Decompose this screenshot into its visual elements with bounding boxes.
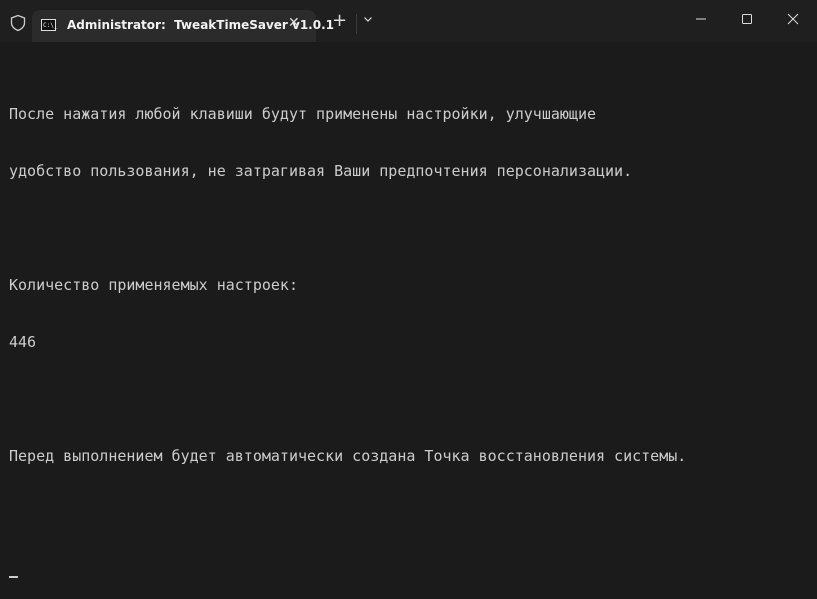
title-bar: C:\_ Administrator: TweakTimeSaver v1.0.…: [0, 0, 817, 42]
close-tab-button[interactable]: ✕: [288, 15, 300, 31]
close-button[interactable]: [770, 8, 816, 34]
terminal-icon: C:\_: [41, 19, 57, 31]
divider: [356, 14, 357, 34]
cursor-line: [9, 561, 817, 580]
tab-terminal[interactable]: C:\_ Administrator: TweakTimeSaver v1.0.…: [32, 10, 334, 42]
terminal-line: Перед выполнением будет автоматически со…: [9, 447, 687, 465]
scrollbar[interactable]: [811, 42, 817, 533]
terminal-line: 446: [9, 333, 37, 351]
terminal-line: Количество применяемых настроек:: [9, 276, 298, 294]
terminal-line: После нажатия любой клавиши будут примен…: [9, 105, 596, 123]
minimize-button[interactable]: [678, 8, 724, 34]
chevron-down-icon[interactable]: [363, 14, 373, 27]
shield-icon: [10, 14, 26, 32]
new-tab-button[interactable]: +: [332, 10, 347, 31]
text-cursor: [9, 576, 18, 578]
terminal-line: удобство пользования, не затрагивая Ваши…: [9, 162, 633, 180]
terminal-output[interactable]: После нажатия любой клавиши будут примен…: [9, 67, 817, 599]
maximize-button[interactable]: [724, 8, 770, 34]
